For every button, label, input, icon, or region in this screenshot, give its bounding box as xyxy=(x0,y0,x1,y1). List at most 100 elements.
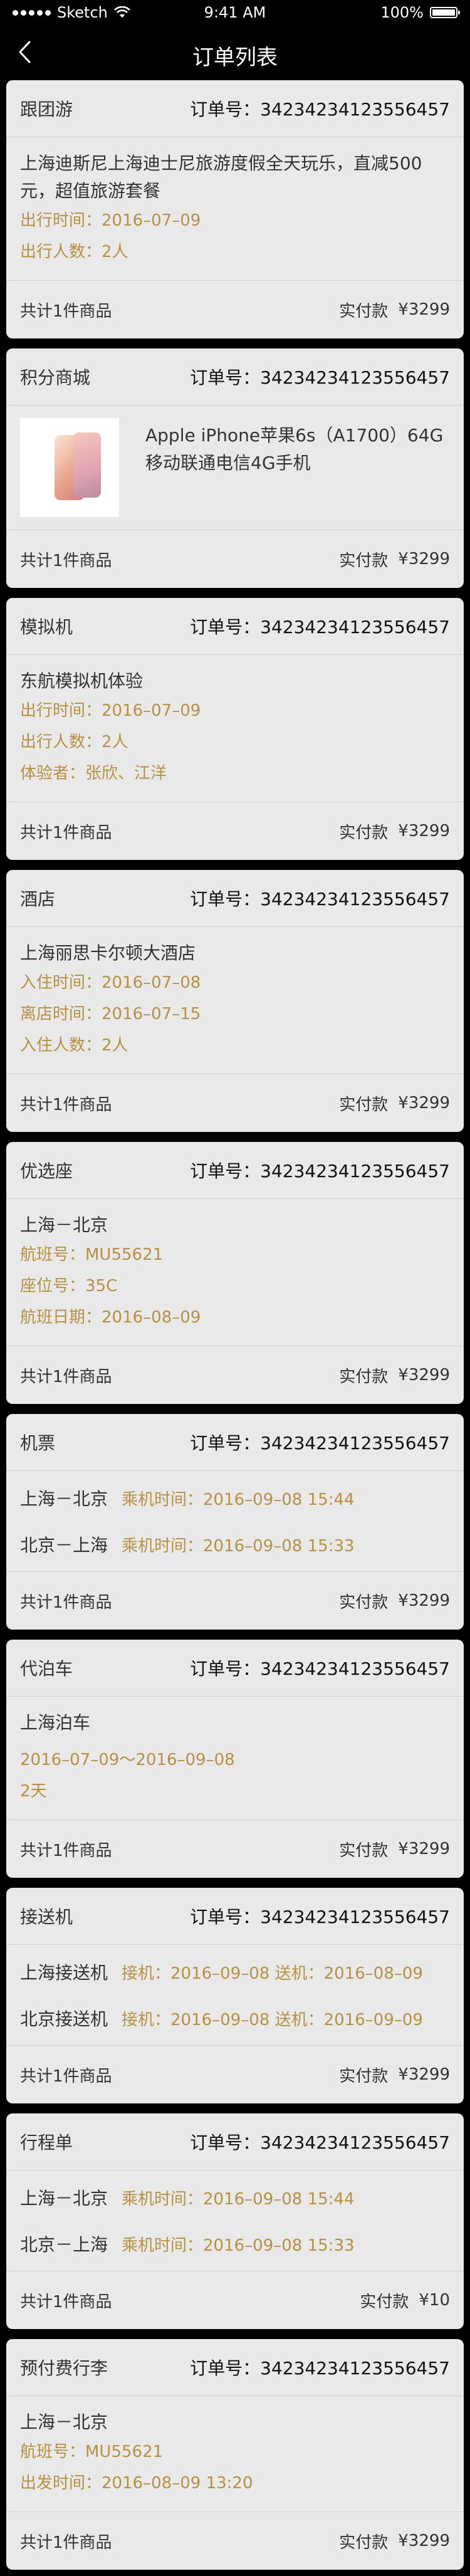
order-card[interactable]: 代泊车 订单号：34234234123556457 上海泊车 2016–07–0… xyxy=(6,1640,464,1878)
order-footer: 共计1件商品 实付款 ¥3299 xyxy=(6,281,464,338)
order-card[interactable]: 模拟机 订单号：34234234123556457 东航模拟机体验 出行时间：2… xyxy=(6,598,464,860)
order-type: 积分商城 xyxy=(20,367,91,388)
detail-line: 体验者：张欣、江洋 xyxy=(20,764,167,783)
route-name: 上海－北京 xyxy=(20,1489,108,1509)
order-details: 上海迪斯尼上海迪士尼旅游度假全天玩乐，直减500元，超值旅游套餐 出行时间：20… xyxy=(6,137,464,281)
detail-line: 航班号：MU55621 xyxy=(20,2442,164,2461)
detail-line: 座位号：35C xyxy=(20,1277,118,1296)
item-count: 共计1件商品 xyxy=(20,2292,112,2312)
paid-label: 实付款 xyxy=(339,2533,389,2552)
order-footer: 共计1件商品 实付款 ¥3299 xyxy=(6,802,464,860)
order-header: 模拟机 订单号：34234234123556457 xyxy=(6,598,464,655)
item-count: 共计1件商品 xyxy=(20,2533,112,2552)
order-footer: 共计1件商品 实付款 ¥3299 xyxy=(6,1346,464,1404)
item-count: 共计1件商品 xyxy=(20,1841,112,1860)
product-title: 上海迪斯尼上海迪士尼旅游度假全天玩乐，直减500元，超值旅游套餐 xyxy=(20,153,422,201)
order-card[interactable]: 跟团游 订单号：34234234123556457 上海迪斯尼上海迪士尼旅游度假… xyxy=(6,80,464,338)
order-header: 酒店 订单号：34234234123556457 xyxy=(6,870,464,927)
order-details: 上海－北京 乘机时间：2016–09–08 15:44 北京－上海 乘机时间：201… xyxy=(6,2170,464,2271)
order-card[interactable]: 积分商城 订单号：34234234123556457 Apple iPhone苹… xyxy=(6,348,464,588)
order-header: 机票 订单号：34234234123556457 xyxy=(6,1414,464,1471)
order-type: 跟团游 xyxy=(20,99,73,120)
route-name: 北京－上海 xyxy=(20,1535,108,1556)
route-row: 上海－北京 乘机时间：2016–09–08 15:44 xyxy=(20,1475,450,1521)
phone-image xyxy=(55,432,101,500)
paid-amount: ¥3299 xyxy=(398,822,450,840)
detail-line: 航班日期：2016–08–09 xyxy=(20,1308,201,1327)
order-type: 酒店 xyxy=(20,889,56,909)
order-type: 行程单 xyxy=(20,2132,73,2153)
order-details: 东航模拟机体验 出行时间：2016–07–09 出行人数：2人 体验者：张欣、江… xyxy=(6,655,464,802)
nav-bar: 订单列表 xyxy=(0,25,470,80)
order-details: 上海接送机 接机：2016–09–08 送机：2016–08–09 北京接送机 接机… xyxy=(6,1945,464,2046)
order-details: 上海泊车 2016–07–09～2016–09–08 2天 xyxy=(6,1697,464,1820)
order-type: 代泊车 xyxy=(20,1658,73,1679)
detail-line: 离店时间：2016–07–15 xyxy=(20,1005,201,1024)
paid-amount: ¥3299 xyxy=(398,550,450,568)
order-number: 订单号：34234234123556457 xyxy=(190,889,450,909)
order-card[interactable]: 行程单 订单号：34234234123556457 上海－北京 乘机时间：2016… xyxy=(6,2113,464,2329)
paid-label: 实付款 xyxy=(339,551,389,570)
order-number: 订单号：34234234123556457 xyxy=(190,1433,450,1453)
order-number: 订单号：34234234123556457 xyxy=(190,99,450,120)
paid-amount: ¥3299 xyxy=(398,1094,450,1113)
paid-label: 实付款 xyxy=(339,1841,389,1860)
order-type: 预付费行李 xyxy=(20,2358,108,2379)
detail-line: 出行时间：2016–07–09 xyxy=(20,701,201,720)
route-info: 乘机时间：2016–09–08 15:33 xyxy=(122,2236,355,2255)
order-header: 预付费行李 订单号：34234234123556457 xyxy=(6,2339,464,2396)
product-title: 上海泊车 xyxy=(20,1712,91,1733)
item-count: 共计1件商品 xyxy=(20,1095,112,1114)
order-type: 机票 xyxy=(20,1433,56,1453)
detail-line: 出行人数：2人 xyxy=(20,243,128,261)
item-count: 共计1件商品 xyxy=(20,1593,112,1612)
detail-line: 航班号：MU55621 xyxy=(20,1245,164,1264)
detail-line: 入住时间：2016–07–08 xyxy=(20,973,201,992)
paid-amount: ¥3299 xyxy=(398,2531,450,2550)
route-row: 北京－上海 乘机时间：2016–09–08 15:33 xyxy=(20,2221,450,2267)
route-info: 接机：2016–09–08 送机：2016–08–09 xyxy=(122,1964,423,1983)
order-card[interactable]: 预付费行李 订单号：34234234123556457 上海－北京 航班号：MU… xyxy=(6,2339,464,2570)
order-header: 积分商城 订单号：34234234123556457 xyxy=(6,348,464,406)
route-row: 北京接送机 接机：2016–09–08 送机：2016–09–09 xyxy=(20,1995,450,2041)
detail-line: 2016–07–09～2016–09–08 xyxy=(20,1751,235,1769)
route-info: 乘机时间：2016–09–08 15:44 xyxy=(122,1490,355,1509)
item-count: 共计1件商品 xyxy=(20,2066,112,2086)
order-details: 上海－北京 航班号：MU55621 座位号：35C 航班日期：2016–08–0… xyxy=(6,1199,464,1346)
paid-amount: ¥10 xyxy=(419,2291,450,2310)
order-card[interactable]: 优选座 订单号：34234234123556457 上海－北京 航班号：MU55… xyxy=(6,1142,464,1404)
order-number: 订单号：34234234123556457 xyxy=(190,2358,450,2379)
order-card[interactable]: 接送机 订单号：34234234123556457 上海接送机 接机：2016–0… xyxy=(6,1888,464,2103)
route-row: 上海－北京 乘机时间：2016–09–08 15:44 xyxy=(20,2174,450,2221)
paid-label: 实付款 xyxy=(339,1593,389,1612)
order-footer: 共计1件商品 实付款 ¥3299 xyxy=(6,2046,464,2103)
route-name: 北京接送机 xyxy=(20,2009,108,2029)
order-number: 订单号：34234234123556457 xyxy=(190,1161,450,1181)
order-type: 优选座 xyxy=(20,1161,73,1181)
route-info: 乘机时间：2016–09–08 15:33 xyxy=(122,1536,355,1556)
detail-line: 入住人数：2人 xyxy=(20,1036,128,1055)
order-footer: 共计1件商品 实付款 ¥3299 xyxy=(6,1572,464,1630)
item-count: 共计1件商品 xyxy=(20,823,112,842)
product-title: 上海丽思卡尔顿大酒店 xyxy=(20,943,196,963)
order-card[interactable]: 酒店 订单号：34234234123556457 上海丽思卡尔顿大酒店 入住时间… xyxy=(6,870,464,1132)
order-number: 订单号：34234234123556457 xyxy=(190,2132,450,2153)
order-card[interactable]: 机票 订单号：34234234123556457 上海－北京 乘机时间：2016–… xyxy=(6,1414,464,1630)
order-number: 订单号：34234234123556457 xyxy=(190,367,450,388)
order-number: 订单号：34234234123556457 xyxy=(190,1658,450,1679)
paid-label: 实付款 xyxy=(339,1095,389,1114)
product-row: Apple iPhone苹果6s（A1700）64G移动联通电信4G手机 xyxy=(20,418,450,517)
paid-amount: ¥3299 xyxy=(398,300,450,319)
paid-amount: ¥3299 xyxy=(398,2065,450,2084)
route-name: 上海－北京 xyxy=(20,2188,108,2209)
order-number: 订单号：34234234123556457 xyxy=(190,617,450,637)
item-count: 共计1件商品 xyxy=(20,301,112,321)
order-type: 接送机 xyxy=(20,1907,73,1927)
product-title: 上海－北京 xyxy=(20,1215,108,1235)
status-bar: Sketch 9:41 AM 100% xyxy=(0,0,470,25)
order-header: 行程单 订单号：34234234123556457 xyxy=(6,2113,464,2170)
order-footer: 共计1件商品 实付款 ¥3299 xyxy=(6,2512,464,2570)
paid-amount: ¥3299 xyxy=(398,1591,450,1610)
order-details: 上海－北京 乘机时间：2016–09–08 15:44 北京－上海 乘机时间：201… xyxy=(6,1471,464,1572)
order-details: Apple iPhone苹果6s（A1700）64G移动联通电信4G手机 xyxy=(6,406,464,530)
